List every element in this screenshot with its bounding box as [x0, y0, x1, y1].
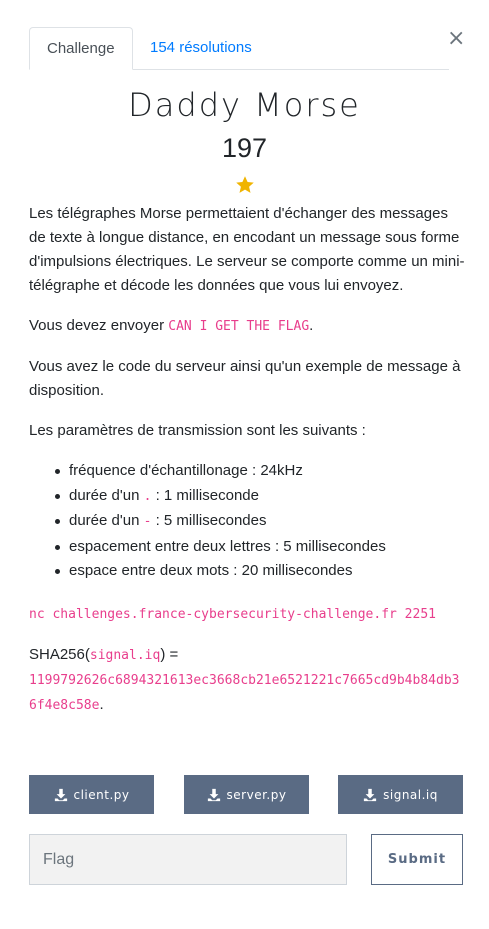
sha256-line: SHA256(signal.iq) = — [29, 645, 179, 663]
list-item: fréquence d'échantillonage : 24kHz — [55, 459, 465, 484]
download-client-button[interactable]: client.py — [29, 775, 154, 814]
challenge-points: 197 — [221, 133, 268, 163]
challenge-title: Daddy Morse — [128, 86, 361, 124]
netcat-command: nc challenges.france-cybersecurity-chall… — [29, 606, 436, 622]
close-icon[interactable]: × — [447, 27, 465, 51]
inline-code: signal.iq — [89, 647, 161, 663]
list-item: durée d'un - : 5 millisecondes — [55, 509, 465, 535]
download-signal-button[interactable]: signal.iq — [338, 775, 463, 814]
list-item: durée d'un . : 1 milliseconde — [55, 484, 465, 510]
description-paragraph: Les télégraphes Morse permettaient d'éch… — [29, 205, 465, 294]
flag-input[interactable] — [29, 834, 347, 885]
download-label: client.py — [73, 787, 130, 802]
list-item: espace entre deux mots : 20 milliseconde… — [55, 559, 465, 584]
description-paragraph: Les paramètres de transmission sont les … — [29, 422, 366, 439]
download-icon — [207, 788, 220, 801]
download-label: signal.iq — [383, 787, 438, 802]
download-server-button[interactable]: server.py — [184, 775, 309, 814]
list-item: espacement entre deux lettres : 5 millis… — [55, 535, 465, 560]
download-icon — [363, 788, 377, 801]
description-paragraph: Vous avez le code du serveur ainsi qu'un… — [29, 358, 461, 399]
tab-resolutions[interactable]: 154 résolutions — [133, 27, 269, 69]
challenge-description: Les télégraphes Morse permettaient d'éch… — [29, 202, 465, 718]
star-icon — [236, 176, 254, 193]
transmission-params-list: fréquence d'échantillonage : 24kHz durée… — [29, 459, 465, 584]
inline-code: CAN I GET THE FLAG — [168, 319, 310, 334]
challenge-tabs: Challenge 154 résolutions — [29, 27, 449, 70]
download-icon — [54, 788, 67, 801]
download-label: server.py — [226, 787, 287, 802]
tab-challenge[interactable]: Challenge — [29, 27, 133, 70]
description-paragraph: Vous devez envoyer CAN I GET THE FLAG. — [29, 317, 314, 334]
submit-button[interactable]: Submit — [371, 834, 463, 885]
sha256-value: 1199792626c6894321613ec3668cb21e6521221c… — [29, 672, 460, 713]
